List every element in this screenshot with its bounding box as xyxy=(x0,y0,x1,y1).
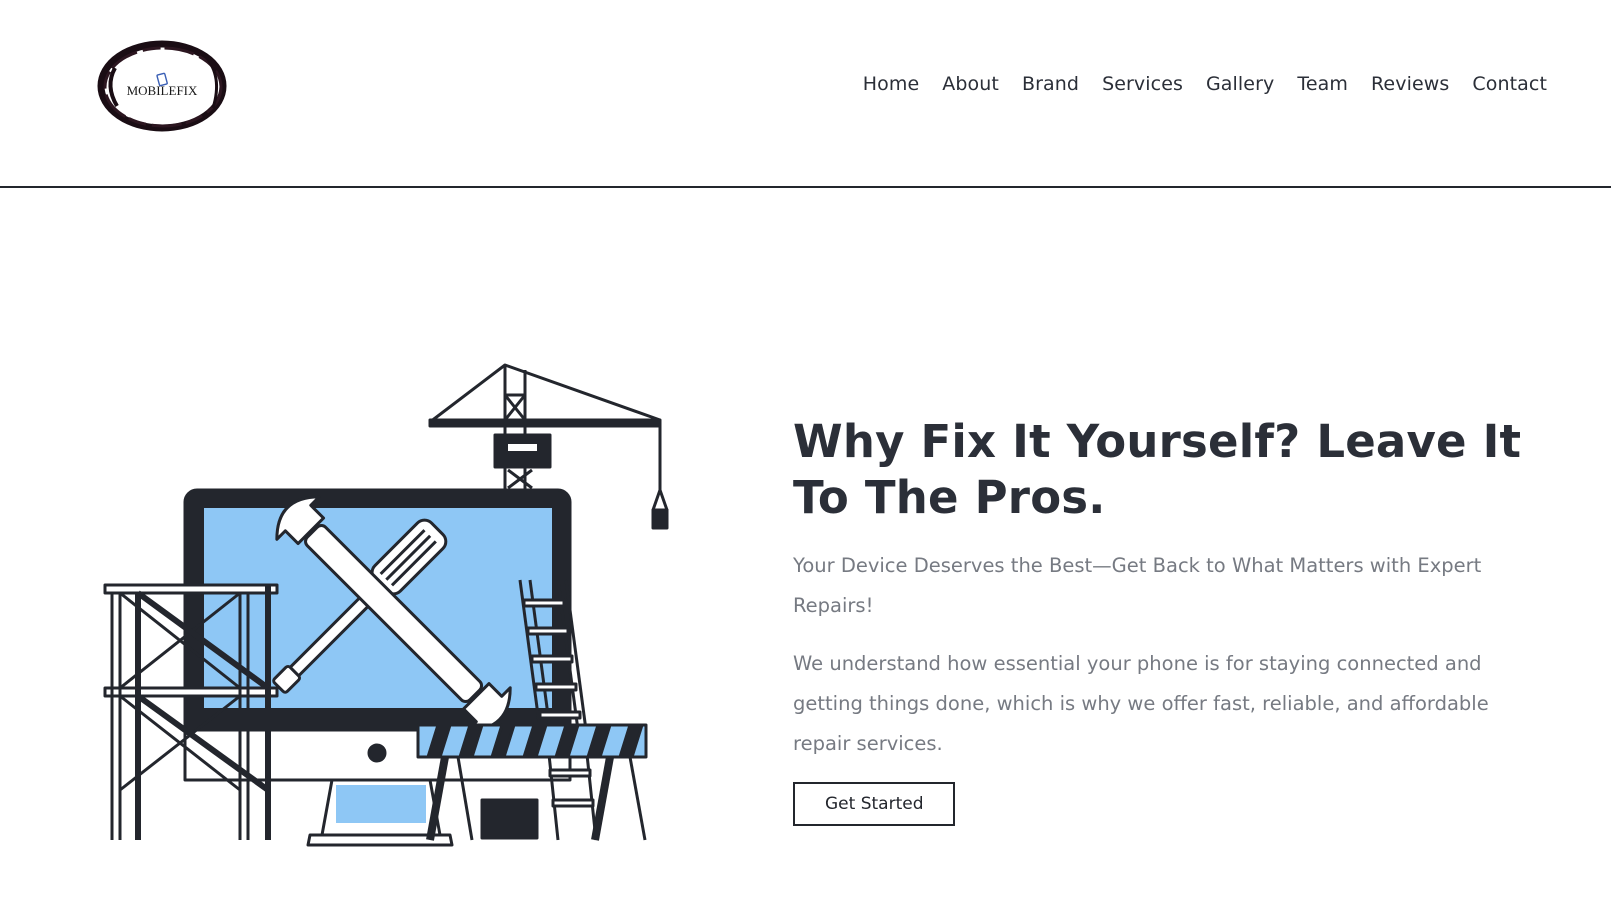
nav-home[interactable]: Home xyxy=(863,73,920,95)
site-header: MOBILEFIX Home About Brand Services Gall… xyxy=(0,0,1611,188)
nav-contact[interactable]: Contact xyxy=(1472,73,1547,95)
hero-subtitle: Your Device Deserves the Best—Get Back t… xyxy=(793,554,1482,617)
nav-reviews[interactable]: Reviews xyxy=(1371,73,1449,95)
computer-repair-illustration xyxy=(103,363,669,847)
barrier-icon xyxy=(416,723,648,841)
hero-description: We understand how essential your phone i… xyxy=(793,652,1489,755)
mobilefix-logo: MOBILEFIX xyxy=(97,40,227,132)
logo-text: MOBILEFIX xyxy=(127,83,198,98)
hero-content: Why Fix It Yourself? Leave It To The Pro… xyxy=(793,414,1533,826)
logo-link[interactable]: MOBILEFIX xyxy=(95,36,231,136)
nav-brand[interactable]: Brand xyxy=(1022,73,1079,95)
nav-services[interactable]: Services xyxy=(1102,73,1183,95)
hero-illustration xyxy=(100,360,675,870)
nav-about[interactable]: About xyxy=(942,73,999,95)
nav-gallery[interactable]: Gallery xyxy=(1206,73,1274,95)
get-started-button[interactable]: Get Started xyxy=(793,782,956,826)
hero-title: Why Fix It Yourself? Leave It To The Pro… xyxy=(793,415,1522,524)
nav-team[interactable]: Team xyxy=(1297,73,1348,95)
main-nav: Home About Brand Services Gallery Team R… xyxy=(863,73,1547,95)
